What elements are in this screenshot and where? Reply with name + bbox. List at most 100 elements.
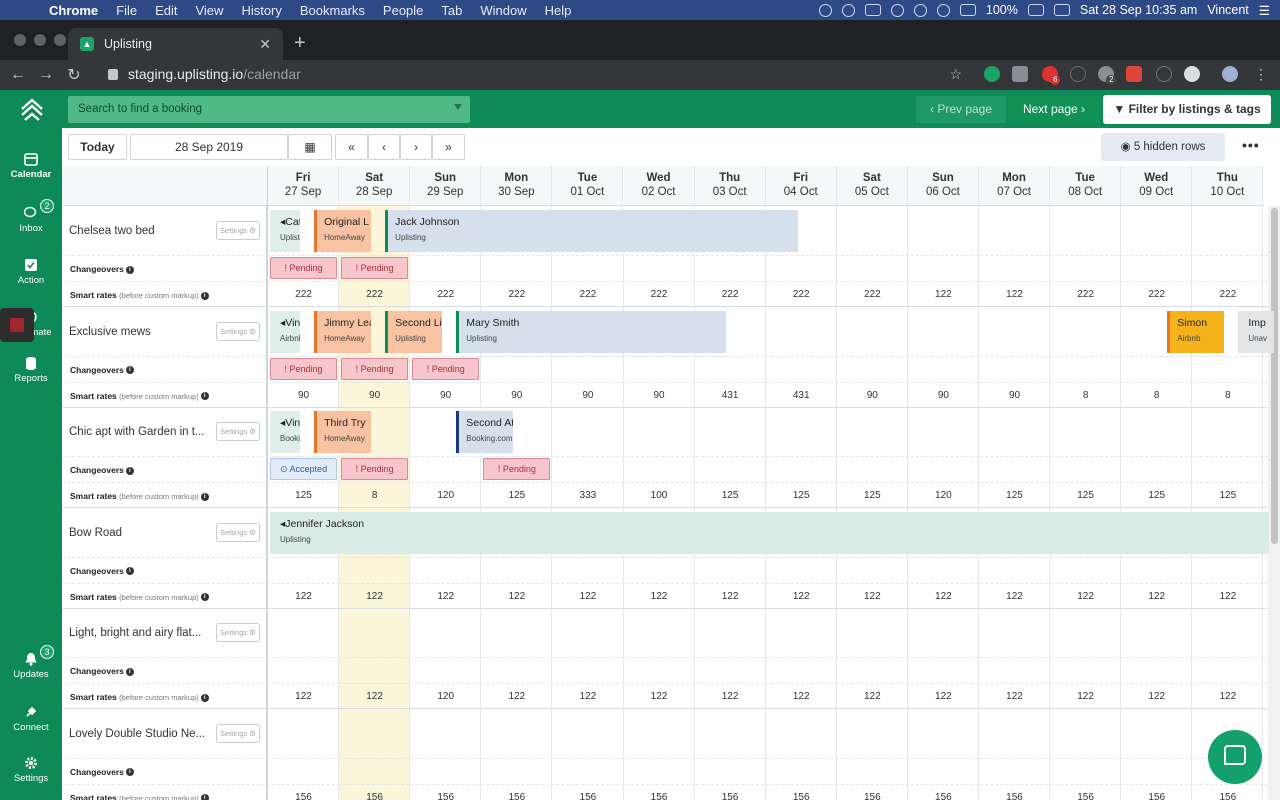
smart-rate-value[interactable]: 8: [1192, 390, 1263, 401]
today-button[interactable]: Today: [68, 134, 127, 160]
jump-forward-button[interactable]: »: [432, 134, 465, 160]
changeover-pending-badge[interactable]: ! Pending: [270, 257, 338, 279]
day-header[interactable]: Fri 27 Sep: [268, 166, 340, 206]
smart-rate-value[interactable]: 122: [624, 691, 695, 702]
smart-rate-value[interactable]: 122: [481, 691, 552, 702]
jump-back-button[interactable]: «: [335, 134, 368, 160]
grammarly-extension-icon[interactable]: [984, 66, 1000, 82]
smart-rate-value[interactable]: 120: [410, 490, 481, 501]
changeover-pending-badge[interactable]: ! Pending: [483, 458, 551, 480]
day-header[interactable]: Fri 04 Oct: [765, 166, 837, 206]
extension-icon[interactable]: [1184, 66, 1200, 82]
sidebar-item-settings[interactable]: Settings: [0, 756, 62, 784]
battery-icon[interactable]: [1027, 4, 1044, 16]
smart-rate-value[interactable]: 122: [552, 591, 623, 602]
smart-rate-value[interactable]: 122: [1121, 591, 1192, 602]
menu-tab[interactable]: Tab: [432, 3, 471, 18]
smart-rate-value[interactable]: 120: [908, 490, 979, 501]
lock-icon[interactable]: [108, 68, 118, 80]
sidebar-item-calendar[interactable]: Calendar: [0, 152, 62, 180]
address-bar[interactable]: staging.uplisting.io/calendar ☆: [98, 60, 970, 88]
profile-avatar[interactable]: [1222, 66, 1238, 82]
changeover-pending-badge[interactable]: ! Pending: [270, 357, 338, 380]
smart-rate-value[interactable]: 333: [552, 490, 623, 501]
smart-rate-value[interactable]: 122: [1050, 691, 1121, 702]
smart-rate-value[interactable]: 122: [908, 289, 979, 300]
smart-rate-value[interactable]: 90: [552, 390, 623, 401]
smart-rate-value[interactable]: 90: [979, 390, 1050, 401]
prev-day-button[interactable]: ‹: [368, 134, 400, 160]
info-icon[interactable]: i: [125, 366, 134, 375]
booking-bar[interactable]: Jack Johnson Uplisting: [385, 210, 798, 252]
booking-bar[interactable]: Jimmy Lea HomeAway: [314, 310, 371, 353]
day-header[interactable]: Wed 02 Oct: [623, 166, 695, 206]
status-icon[interactable]: [818, 3, 832, 17]
more-options-icon[interactable]: •••: [1242, 137, 1260, 153]
menu-app-chrome[interactable]: Chrome: [40, 3, 107, 18]
listing-name[interactable]: Chelsea two bed: [69, 225, 155, 237]
minimize-window-icon[interactable]: [34, 34, 46, 46]
smart-rate-value[interactable]: 125: [837, 490, 908, 501]
listing-settings-button[interactable]: Settings ⚙: [216, 723, 260, 743]
smart-rate-value[interactable]: 125: [979, 490, 1050, 501]
date-input[interactable]: 28 Sep 2019: [130, 134, 288, 160]
changeover-accepted-badge[interactable]: ⊙ Accepted: [270, 458, 338, 480]
smart-rate-value[interactable]: 122: [695, 591, 766, 602]
smart-rate-value[interactable]: 222: [268, 289, 339, 300]
extension-icon[interactable]: [1070, 66, 1086, 82]
booking-bar[interactable]: ◂Vince Booking: [270, 411, 300, 453]
smart-rate-value[interactable]: 122: [268, 691, 339, 702]
info-icon[interactable]: i: [125, 567, 134, 576]
menu-window[interactable]: Window: [471, 3, 535, 18]
status-icon[interactable]: [841, 3, 855, 17]
sidebar-item-connect[interactable]: Connect: [0, 705, 62, 733]
menu-people[interactable]: People: [374, 3, 432, 18]
day-header[interactable]: Sun 06 Oct: [907, 166, 979, 206]
forward-icon[interactable]: →: [32, 66, 60, 84]
smart-rate-value[interactable]: 90: [410, 390, 481, 401]
booking-bar[interactable]: Mary Smith Uplisting: [456, 310, 727, 353]
info-icon[interactable]: i: [200, 794, 209, 800]
smart-rate-value[interactable]: 122: [979, 691, 1050, 702]
new-tab-icon[interactable]: +: [294, 32, 306, 55]
listing-settings-button[interactable]: Settings ⚙: [216, 422, 260, 441]
changeover-pending-badge[interactable]: ! Pending: [341, 357, 409, 380]
close-window-icon[interactable]: [14, 34, 26, 46]
smart-rate-value[interactable]: 156: [481, 792, 552, 800]
smart-rate-value[interactable]: 222: [552, 289, 623, 300]
smart-rate-value[interactable]: 122: [837, 591, 908, 602]
booking-bar[interactable]: Simon Airbnb: [1167, 310, 1225, 353]
intercom-chat-button[interactable]: [1208, 730, 1262, 784]
smart-rate-value[interactable]: 8: [1121, 390, 1192, 401]
hidden-rows-button[interactable]: ◉ 5 hidden rows: [1101, 133, 1225, 161]
smart-rate-value[interactable]: 222: [481, 289, 552, 300]
smart-rate-value[interactable]: 125: [695, 490, 766, 501]
changeover-pending-badge[interactable]: ! Pending: [341, 458, 409, 480]
reload-icon[interactable]: ↻: [60, 65, 88, 85]
floating-app-widget[interactable]: [0, 308, 34, 342]
day-header[interactable]: Thu 10 Oct: [1192, 166, 1264, 206]
booking-bar[interactable]: ◂Vince Airbnb: [270, 310, 300, 353]
booking-bar[interactable]: Imp Unav: [1238, 310, 1274, 353]
menu-history[interactable]: History: [232, 3, 290, 18]
menu-bookmarks[interactable]: Bookmarks: [291, 3, 374, 18]
smart-rate-value[interactable]: 122: [979, 289, 1050, 300]
smart-rate-value[interactable]: 222: [766, 289, 837, 300]
day-header[interactable]: Wed 09 Oct: [1121, 166, 1193, 206]
listing-settings-button[interactable]: Settings ⚙: [216, 522, 260, 542]
date-picker-button[interactable]: ▦: [288, 134, 332, 160]
smart-rate-value[interactable]: 8: [1050, 390, 1121, 401]
info-icon[interactable]: i: [200, 392, 209, 401]
day-header[interactable]: Sat 05 Oct: [836, 166, 908, 206]
day-header[interactable]: Sun 29 Sep: [410, 166, 482, 206]
day-header[interactable]: Thu 03 Oct: [694, 166, 766, 206]
smart-rate-value[interactable]: 125: [1121, 490, 1192, 501]
smart-rate-value[interactable]: 122: [695, 691, 766, 702]
user-name[interactable]: Vincent: [1207, 3, 1248, 17]
listing-name[interactable]: Chic apt with Garden in t...: [69, 426, 205, 438]
prev-page-button[interactable]: ‹ Prev page: [916, 96, 1006, 123]
day-header[interactable]: Sat 28 Sep: [339, 166, 411, 206]
smart-rate-value[interactable]: 100: [624, 490, 695, 501]
clock[interactable]: Sat 28 Sep 10:35 am: [1080, 3, 1197, 17]
close-tab-icon[interactable]: ✕: [259, 36, 271, 53]
